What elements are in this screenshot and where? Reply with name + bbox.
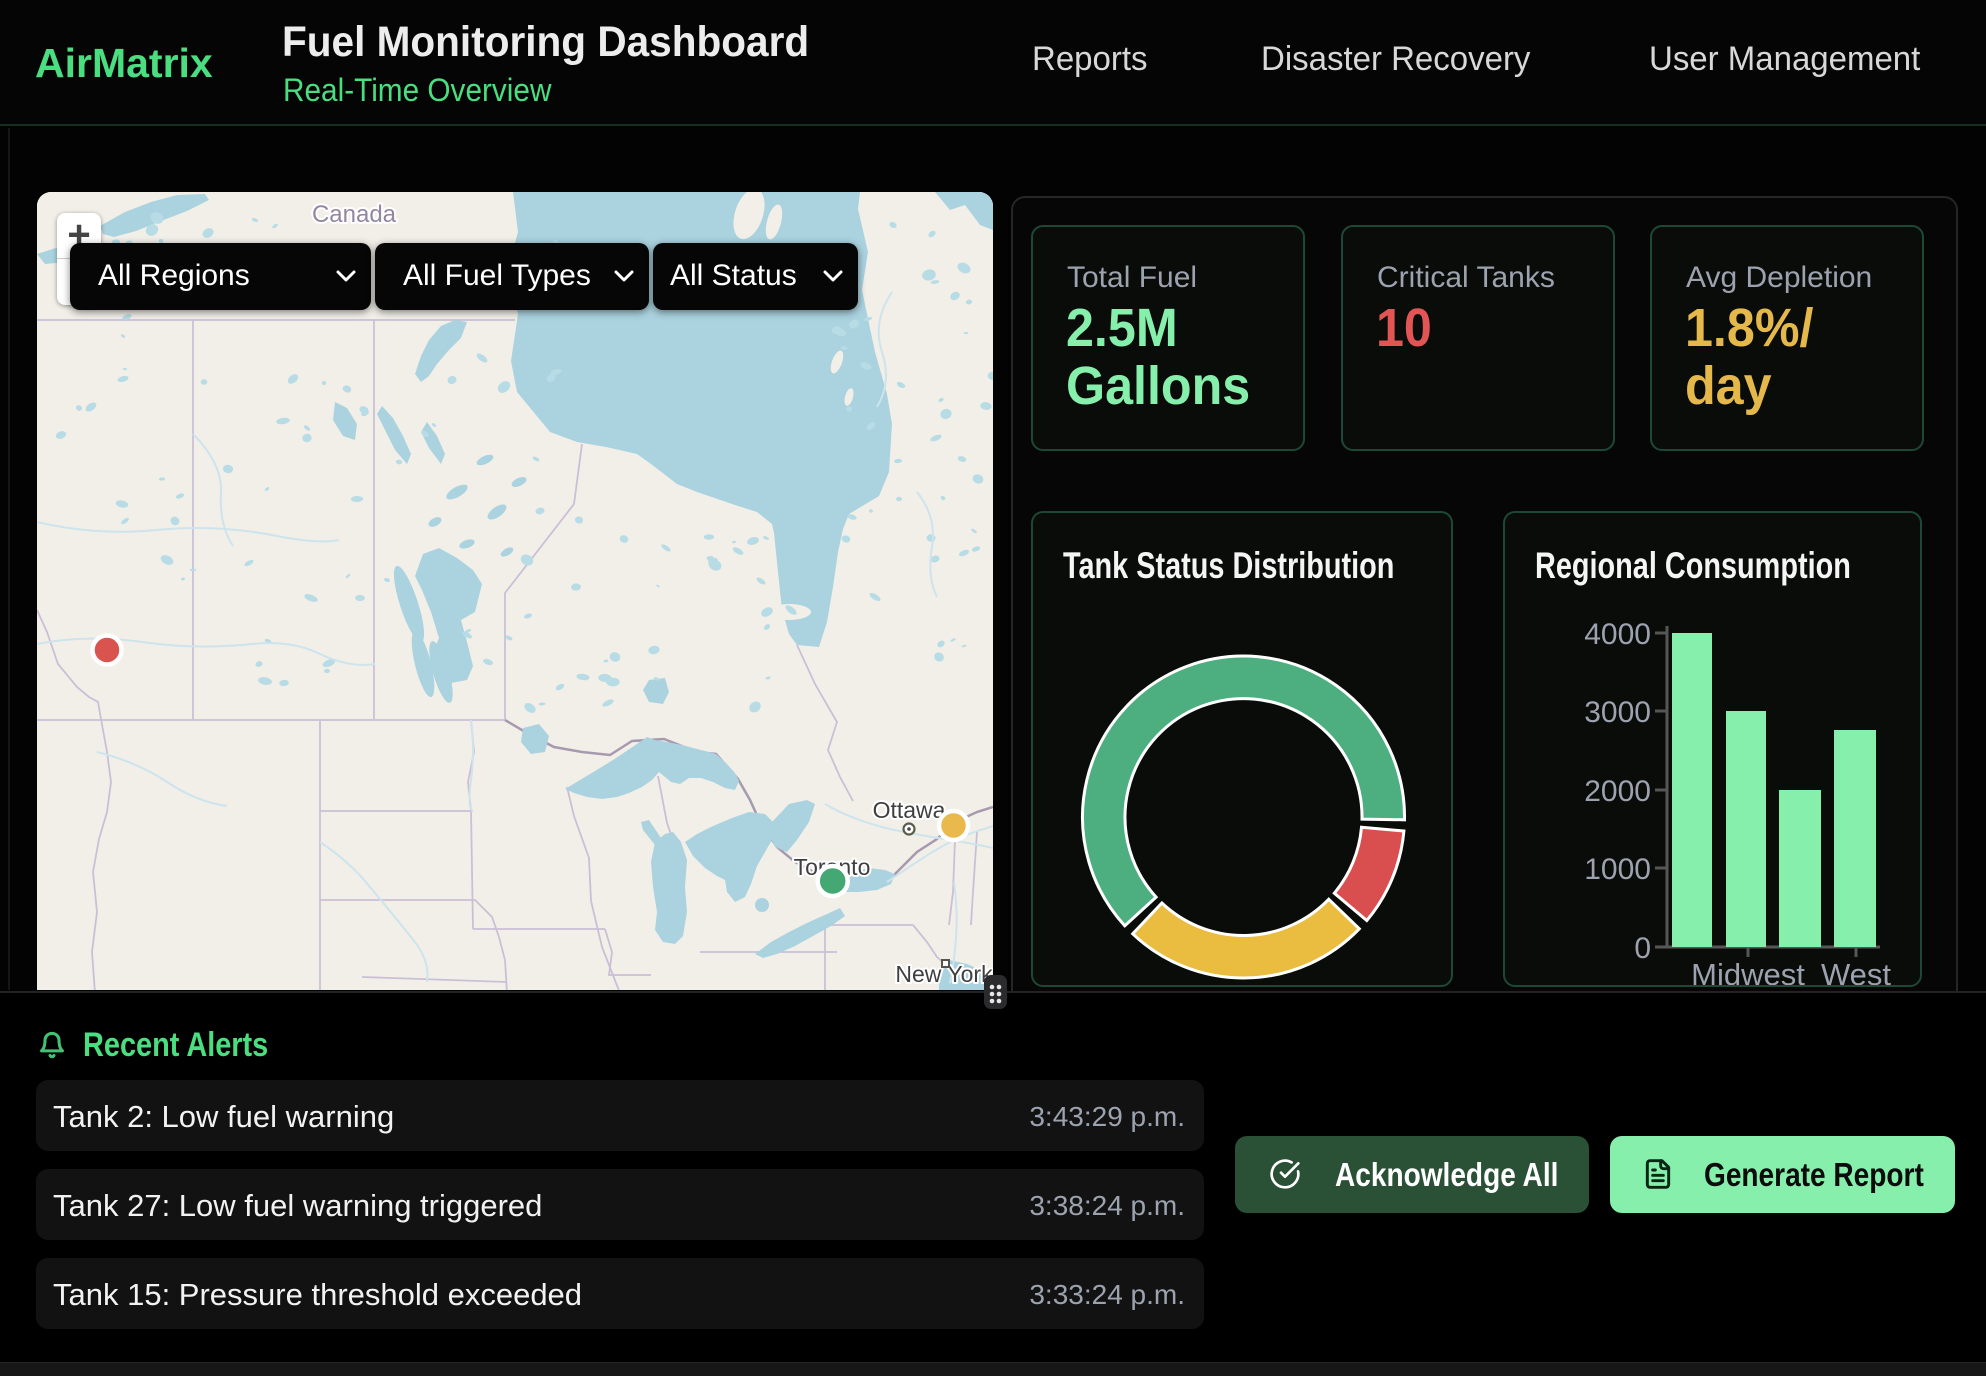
svg-text:Ottawa: Ottawa <box>873 797 946 823</box>
svg-text:Canada: Canada <box>312 201 397 228</box>
svg-text:3000: 3000 <box>1584 696 1651 729</box>
svg-text:Midwest: Midwest <box>1691 957 1805 985</box>
svg-text:4000: 4000 <box>1584 618 1651 651</box>
svg-text:0: 0 <box>1634 932 1651 965</box>
svg-text:West: West <box>1821 957 1891 985</box>
svg-text:2000: 2000 <box>1584 775 1651 808</box>
svg-text:1000: 1000 <box>1584 853 1651 886</box>
